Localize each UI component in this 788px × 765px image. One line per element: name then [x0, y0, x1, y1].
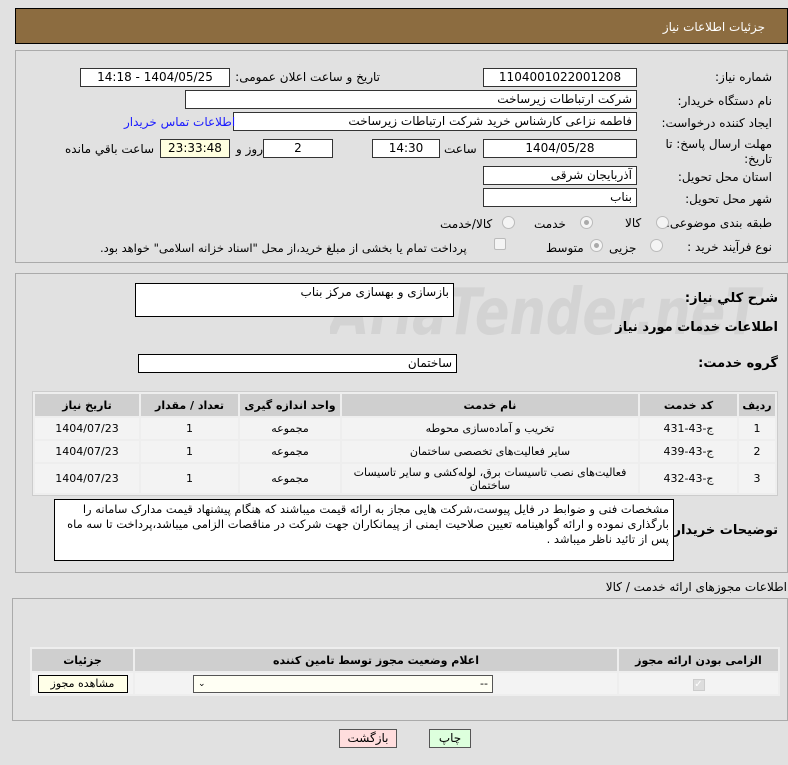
category-radio-service[interactable]: [580, 216, 593, 229]
province-field: آذربایجان شرقی: [483, 166, 637, 185]
remaining-time-field: 23:33:48: [160, 139, 230, 158]
buyer-label: نام دستگاه خریدار:: [677, 94, 773, 108]
services-table-wrap: ردیف کد خدمت نام خدمت واحد اندازه گیری ت…: [32, 391, 778, 496]
col-name: نام خدمت: [342, 394, 638, 416]
cell-name: فعالیت‌های نصب تاسیسات برق، لوله‌کشی و س…: [342, 464, 638, 493]
col-code: کد خدمت: [640, 394, 737, 416]
print-button[interactable]: چاپ: [429, 729, 471, 748]
permit-status-select[interactable]: -- ⌄: [193, 674, 493, 693]
cell-qty: 1: [141, 464, 238, 493]
announce-field: 1404/05/25 - 14:18: [80, 68, 230, 87]
process-minor-label: جزیی: [609, 241, 637, 255]
table-row: ✓ -- ⌄ مشاهده مجوز: [32, 673, 778, 694]
cell-unit: مجموعه: [240, 418, 340, 439]
category-service-label: خدمت: [534, 217, 566, 231]
back-button[interactable]: بازگشت: [339, 729, 397, 748]
description-label: شرح کلي نياز:: [684, 291, 778, 306]
chevron-down-icon: ⌄: [198, 678, 206, 689]
cell-row: 3: [739, 464, 775, 493]
deadline-date-field: 1404/05/28: [483, 139, 637, 158]
col-row: ردیف: [739, 394, 775, 416]
cell-row: 1: [739, 418, 775, 439]
table-row: 2 ج-43-439 سایر فعالیت‌های تخصصی ساختمان مج…: [35, 441, 775, 462]
process-label: نوع فرآیند خرید :: [687, 240, 772, 254]
table-row: 3 ج-43-432 فعالیت‌های نصب تاسیسات برق، لول…: [35, 464, 775, 493]
services-table: ردیف کد خدمت نام خدمت واحد اندازه گیری ت…: [33, 392, 777, 495]
creator-label: ایجاد کننده درخواست:: [661, 116, 772, 130]
days-field: 2: [263, 139, 333, 158]
required-checkbox: ✓: [692, 678, 705, 691]
category-radio-both[interactable]: [502, 216, 515, 229]
col-qty: تعداد / مقدار: [141, 394, 238, 416]
category-goods-label: کالا: [625, 216, 642, 230]
cell-date: 1404/07/23: [35, 418, 139, 439]
need-number-field: 1104001022001208: [483, 68, 637, 87]
process-radio-medium[interactable]: [590, 239, 603, 252]
cell-name: سایر فعالیت‌های تخصصی ساختمان: [342, 441, 638, 462]
services-title: اطلاعات خدمات مورد نياز: [615, 320, 778, 335]
days-label: روز و: [236, 142, 263, 156]
remaining-label: ساعت باقي مانده: [65, 142, 155, 156]
deadline-label: مهلت ارسال پاسخ: تا تاریخ:: [665, 137, 772, 166]
cell-unit: مجموعه: [240, 464, 340, 493]
buyer-notes-label: توضیحات خریدار:: [668, 523, 778, 538]
service-group-field: ساختمان: [138, 354, 457, 373]
cell-qty: 1: [141, 418, 238, 439]
payment-note: پرداخت تمام یا بخشی از مبلغ خرید،از محل …: [100, 241, 467, 255]
province-label: استان محل تحویل:: [677, 170, 772, 184]
col-unit: واحد اندازه گیری: [240, 394, 340, 416]
deadline-time-field: 14:30: [372, 139, 440, 158]
process-medium-label: متوسط: [546, 241, 584, 255]
permits-table-wrap: الزامی بودن ارائه مجوز اعلام وضعیت مجوز ت…: [30, 647, 780, 696]
cell-row: 2: [739, 441, 775, 462]
process-radio-minor[interactable]: [650, 239, 663, 252]
city-label: شهر محل تحویل:: [685, 192, 772, 206]
permits-title: اطلاعات مجوزهای ارائه خدمت / کالا: [605, 580, 787, 594]
announce-label: تاریخ و ساعت اعلان عمومی:: [235, 70, 380, 84]
col-status: اعلام وضعیت مجوز توسط تامین کننده: [135, 649, 617, 671]
cell-code: ج-43-432: [640, 464, 737, 493]
table-header-row: ردیف کد خدمت نام خدمت واحد اندازه گیری ت…: [35, 394, 775, 416]
permits-table: الزامی بودن ارائه مجوز اعلام وضعیت مجوز ت…: [30, 647, 780, 696]
category-both-label: کالا/خدمت: [440, 217, 493, 231]
city-field: بناب: [483, 188, 637, 207]
buyer-contact-link[interactable]: اطلاعات تماس خریدار: [124, 115, 235, 129]
service-group-label: گروه خدمت:: [698, 356, 778, 371]
category-radio-goods[interactable]: [656, 216, 669, 229]
cell-date: 1404/07/23: [35, 441, 139, 462]
col-details: جزئیات: [32, 649, 133, 671]
category-label: طبقه بندی موضوعی:: [665, 216, 772, 230]
need-number-label: شماره نیاز:: [715, 70, 772, 84]
buyer-field: شرکت ارتباطات زیرساخت: [185, 90, 637, 109]
cell-unit: مجموعه: [240, 441, 340, 462]
col-required: الزامی بودن ارائه مجوز: [619, 649, 778, 671]
cell-code: ج-43-439: [640, 441, 737, 462]
view-permit-button[interactable]: مشاهده مجوز: [37, 674, 128, 693]
treasury-payment-checkbox[interactable]: [494, 238, 506, 250]
deadline-time-label: ساعت: [444, 142, 477, 156]
table-row: 1 ج-43-431 تخریب و آماده‌سازی محوطه مجموعه 1…: [35, 418, 775, 439]
cell-code: ج-43-431: [640, 418, 737, 439]
cell-qty: 1: [141, 441, 238, 462]
cell-date: 1404/07/23: [35, 464, 139, 493]
buyer-notes-textarea[interactable]: مشخصات فنی و ضوابط در فایل پیوست،شرکت ها…: [54, 499, 674, 561]
select-value: --: [480, 677, 488, 690]
cell-name: تخریب و آماده‌سازی محوطه: [342, 418, 638, 439]
creator-field: فاطمه نزاعی کارشناس خرید شرکت ارتباطات ز…: [233, 112, 637, 131]
page-header: جزئیات اطلاعات نیاز: [15, 8, 788, 44]
col-date: تاریخ نیاز: [35, 394, 139, 416]
description-textarea[interactable]: بازسازی و بهسازی مرکز بناب: [135, 283, 454, 317]
page-title: جزئیات اطلاعات نیاز: [662, 20, 765, 34]
